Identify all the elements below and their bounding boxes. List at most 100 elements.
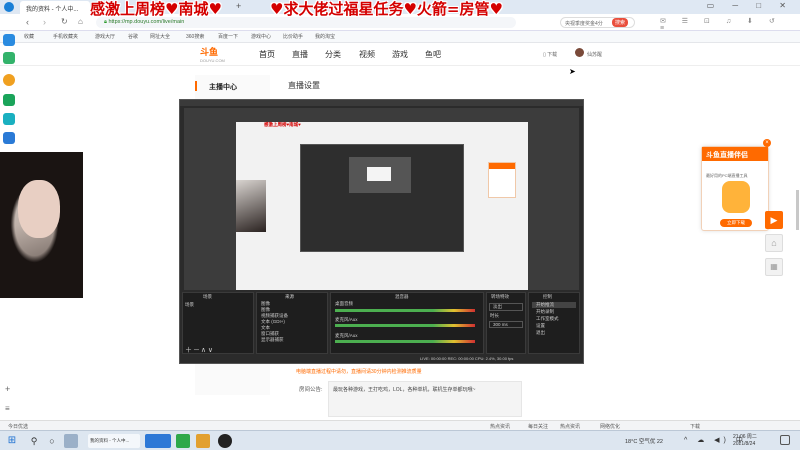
volume-meter[interactable]	[335, 340, 475, 343]
scrollbar-thumb[interactable]	[796, 190, 799, 230]
status-item[interactable]: 网络优化	[600, 423, 620, 430]
taskbar-app[interactable]	[176, 434, 190, 448]
status-item[interactable]: 热点资讯	[490, 423, 510, 430]
back-icon[interactable]: ‹	[26, 17, 29, 27]
status-item[interactable]: 热点资讯	[560, 423, 580, 430]
exit-button[interactable]: 退出	[532, 330, 576, 336]
notification-icon[interactable]	[780, 435, 790, 445]
cortana-icon[interactable]: ○	[45, 434, 59, 448]
mixer-panel: 混音器 桌面音频 麦克风/Aux 麦克风/Aux	[330, 292, 484, 354]
transition-select[interactable]: 淡出	[489, 303, 523, 311]
home-icon[interactable]: ⌂	[78, 17, 83, 26]
sidebar-title[interactable]: 主播中心	[209, 82, 237, 92]
obs-preview: 感激上周榜♥南城♥	[184, 108, 579, 290]
bookmark-item[interactable]: 手机收藏夹	[53, 33, 78, 40]
taskview-icon[interactable]	[64, 434, 78, 448]
promo-close-icon[interactable]: ×	[763, 139, 771, 147]
douyu-logo[interactable]: 斗鱼 DOUYU.COM	[200, 45, 238, 63]
search-placeholder: 央视季度奖金4分	[565, 21, 603, 27]
forward-icon[interactable]: ›	[43, 17, 46, 27]
sidebar-add-icon[interactable]: +	[5, 384, 10, 394]
volume-meter[interactable]	[335, 309, 475, 312]
logo-sub: DOUYU.COM	[200, 58, 225, 63]
transitions-panel: 转场特效 淡出 时长 300 ms	[486, 292, 526, 354]
bookmark-item[interactable]: 收藏	[24, 33, 34, 40]
status-item[interactable]: 下载	[690, 423, 700, 430]
bookmark-item[interactable]: 我的淘宝	[315, 33, 335, 40]
bookmark-item[interactable]: 游戏大厅	[95, 33, 115, 40]
bookmark-item[interactable]: 谷歌	[128, 33, 138, 40]
tab-title: 我的资料 - 个人中...	[26, 7, 79, 13]
avatar[interactable]	[575, 48, 584, 57]
nested-window	[367, 167, 391, 181]
nav-category[interactable]: 分类	[325, 49, 341, 60]
mixer-track: 麦克风/Aux	[335, 317, 358, 322]
mixer-track: 桌面音频	[335, 301, 353, 306]
mouse-cursor-icon: ➤	[569, 67, 576, 76]
stream-notice: 电脑端直播过程中请勿，直播间请30分钟内检测推流质量	[296, 369, 422, 375]
clock-date[interactable]: 2021/8/24	[733, 441, 755, 447]
nav-fishbar[interactable]: 鱼吧	[425, 49, 441, 60]
nav-video[interactable]: 视频	[359, 49, 375, 60]
site-header: 斗鱼 DOUYU.COM 首页 直播 分类 视频 游戏 鱼吧 ▯ 下载 仙苏醒	[195, 43, 615, 65]
home-float-button[interactable]: ⌂	[765, 234, 783, 252]
search-icon[interactable]: ⚲	[27, 434, 41, 448]
sidebar-app-icon[interactable]	[3, 113, 15, 125]
scene-item[interactable]: 场景	[183, 301, 253, 309]
status-item[interactable]: 每日关注	[528, 423, 548, 430]
sources-panel: 来源 图像 图像 视频捕获设备 文本 (GDI+) 文本 窗口捕获 显示器捕获	[256, 292, 328, 354]
promo-title: 斗鱼直播伴侣	[702, 147, 768, 161]
studio-mode-button[interactable]: 工作室模式	[532, 316, 576, 322]
nav-active-marker	[195, 81, 197, 91]
sidebar-app-icon[interactable]	[3, 74, 15, 86]
start-record-button[interactable]: 开始录制	[532, 309, 576, 315]
clock-time[interactable]: 21:06 周二	[733, 433, 757, 440]
scene-controls[interactable]: ＋ ─ ∧ ∨	[185, 345, 213, 355]
status-left[interactable]: 今日优选	[8, 423, 28, 430]
fish-mascot-icon	[722, 181, 750, 213]
new-tab-button[interactable]: +	[236, 1, 241, 11]
search-button[interactable]: 搜索	[612, 18, 629, 27]
promo-card: 斗鱼直播伴侣 最好用的PC端直播工具 立即下载	[701, 146, 769, 231]
obs-status: LIVE: 00:00:00 REC: 00:00:00 CPU: 2.4%, …	[420, 356, 514, 361]
taskbar-app[interactable]	[145, 434, 171, 448]
duration-label: 时长	[490, 313, 499, 318]
window-controls[interactable]: ▭ ─ □ ✕	[707, 1, 794, 10]
taskbar-app[interactable]: 我的资料 - 个人中...	[88, 434, 140, 448]
browser-tab-active[interactable]: 我的资料 - 个人中...	[20, 1, 90, 14]
nav-game[interactable]: 游戏	[392, 49, 408, 60]
toolbar-icons[interactable]: ✉ ☰ ⊡ ♫ ⬇ ↺ ≡	[660, 17, 800, 32]
qr-float-button[interactable]: ▦	[765, 258, 783, 276]
bookmark-item[interactable]: 游戏中心	[251, 33, 271, 40]
bookmark-item[interactable]: 网址大全	[150, 33, 170, 40]
announcement-field[interactable]: 最玩各种游戏，王打吃鸡，LOL，各种单机，联机生存单都玩哦~	[328, 381, 522, 417]
weather-text[interactable]: 18°C 空气优 22	[625, 437, 663, 445]
reload-icon[interactable]: ↻	[61, 17, 68, 26]
download-link[interactable]: ▯ 下载	[543, 51, 557, 58]
start-button[interactable]: ⊞	[5, 434, 19, 448]
nested-webcam	[236, 180, 266, 232]
taskbar-app[interactable]	[196, 434, 210, 448]
nav-home[interactable]: 首页	[259, 49, 275, 60]
bookmark-item[interactable]: 比价助手	[283, 33, 303, 40]
browser-status-bar: 今日优选 热点资讯 每日关注 热点资讯 网络优化 下载	[0, 420, 800, 430]
settings-button[interactable]: 设置	[532, 323, 576, 329]
start-stream-button[interactable]: 开始推流	[532, 302, 576, 308]
volume-meter[interactable]	[335, 324, 475, 327]
browser-logo-icon	[4, 2, 14, 12]
obs-titlebar	[180, 100, 583, 106]
live-float-button[interactable]: ▶	[765, 211, 783, 229]
obs-taskbar-icon[interactable]	[218, 434, 232, 448]
promo-download-button[interactable]: 立即下载	[720, 219, 752, 227]
sidebar-app-icon[interactable]	[3, 52, 15, 64]
sidebar-menu-icon[interactable]: ≡	[5, 404, 10, 413]
user-name[interactable]: 仙苏醒	[587, 51, 602, 58]
duration-field[interactable]: 300 ms	[489, 321, 523, 328]
sidebar-app-icon[interactable]	[3, 34, 15, 46]
source-item[interactable]: 显示器捕获	[257, 337, 327, 343]
bookmark-item[interactable]: 百度一下	[218, 33, 238, 40]
bookmark-item[interactable]: 360搜索	[186, 33, 204, 40]
sidebar-app-icon[interactable]	[3, 132, 15, 144]
nav-live[interactable]: 直播	[292, 49, 308, 60]
sidebar-app-icon[interactable]	[3, 94, 15, 106]
